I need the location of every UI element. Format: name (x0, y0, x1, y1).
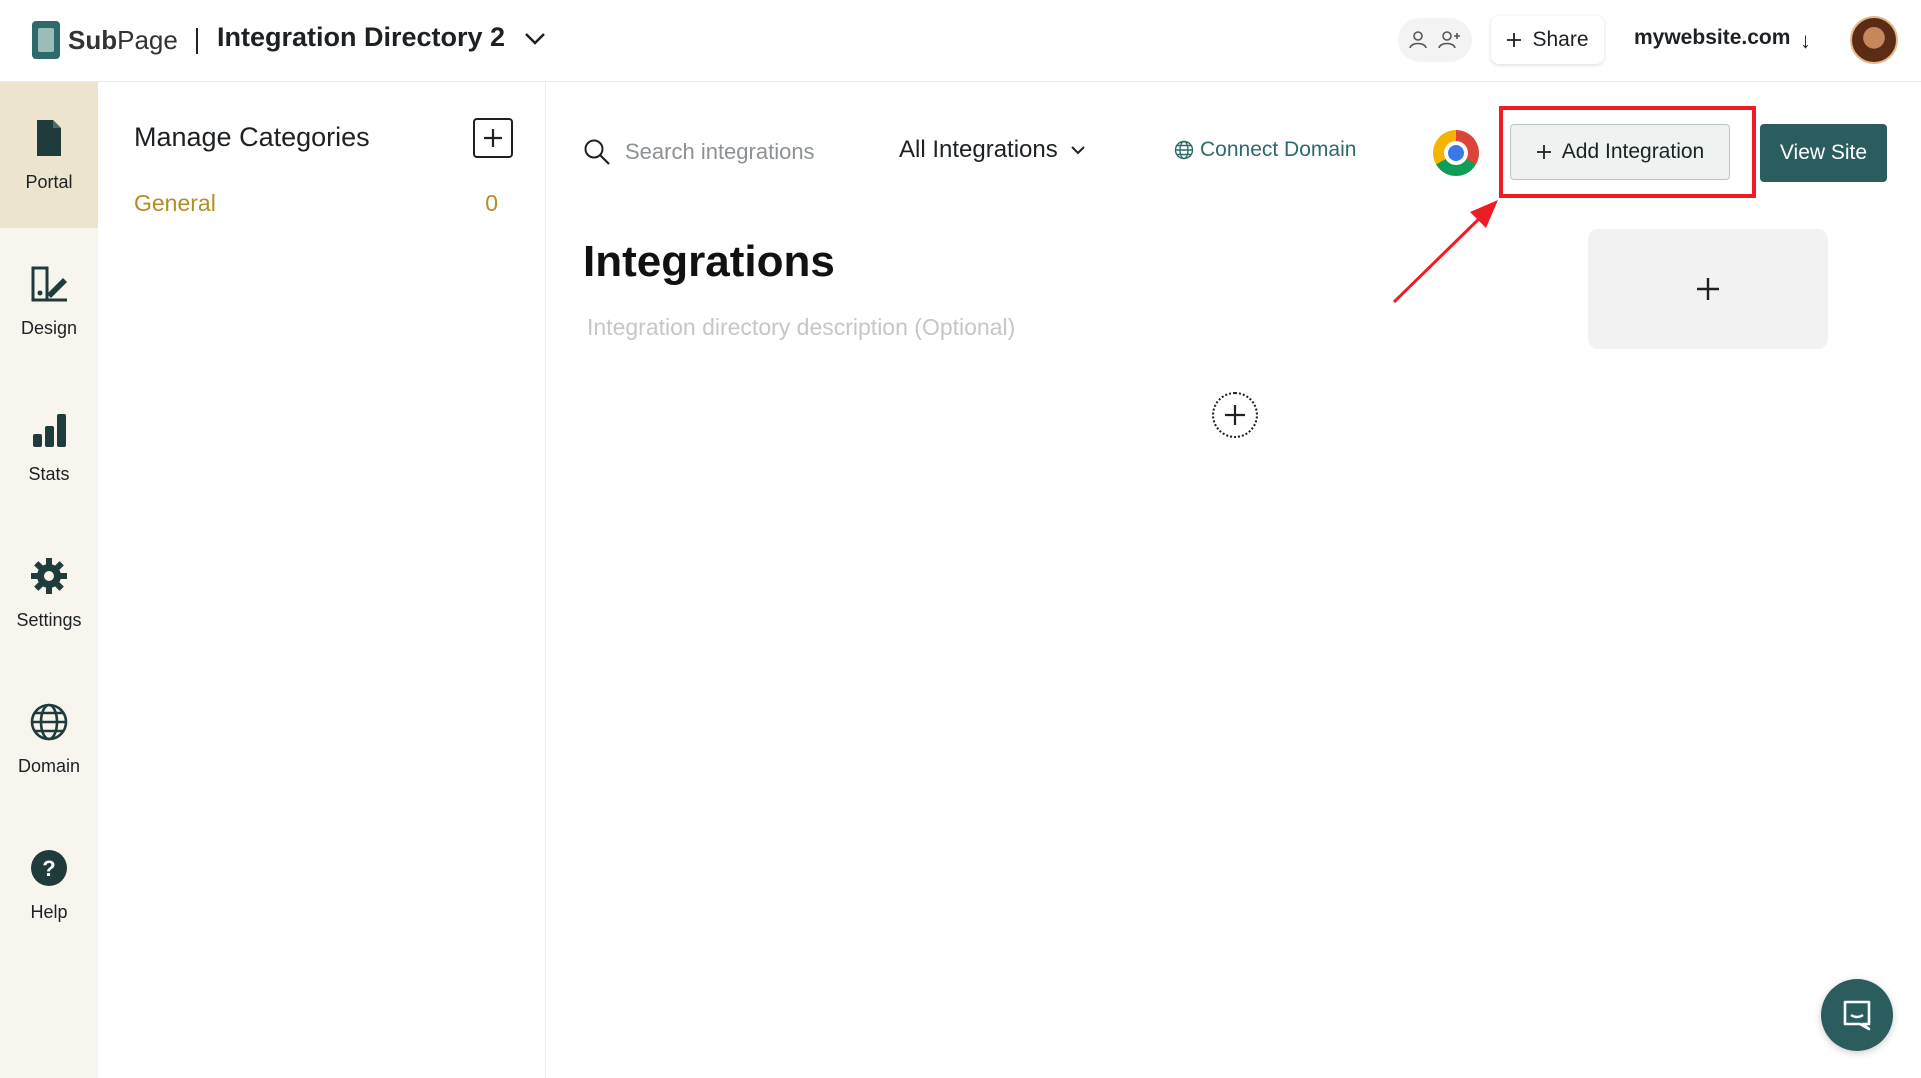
add-section-button[interactable] (1212, 392, 1258, 438)
plus-icon (484, 129, 502, 147)
category-count: 0 (485, 190, 498, 216)
plus-icon (1225, 405, 1245, 425)
directory-title[interactable]: Integration Directory 2 (217, 22, 505, 53)
connect-domain-label: Connect Domain (1200, 138, 1357, 161)
sidebar-item-label: Settings (16, 609, 82, 630)
sidebar-item-label: Domain (17, 755, 81, 776)
categories-title: Manage Categories (134, 122, 370, 152)
add-category-button[interactable] (473, 118, 513, 158)
help-icon: ? (31, 849, 67, 886)
plus-icon (1697, 278, 1719, 300)
design-icon (31, 266, 67, 301)
chevron-down-icon (1071, 146, 1085, 155)
main-content: All Integrations Connect Domain Add Inte… (547, 82, 1921, 1078)
brand-name: SubPage (68, 24, 178, 55)
categories-panel: Manage Categories General 0 (98, 82, 546, 1078)
globe-icon (30, 703, 68, 740)
filter-label: All Integrations (899, 136, 1058, 163)
sidebar-rail: Portal Design Stats Settings Domain ? He… (0, 82, 98, 1078)
annotation-highlight-box (1499, 106, 1756, 198)
sidebar-item-help[interactable]: ? Help (0, 812, 98, 958)
sidebar-item-label: Stats (28, 463, 70, 484)
brand-divider (196, 28, 198, 54)
sidebar-item-domain[interactable]: Domain (0, 666, 98, 812)
view-site-button[interactable]: View Site (1760, 124, 1887, 182)
gear-icon (31, 557, 67, 594)
svg-text:?: ? (42, 856, 55, 881)
plus-icon (1507, 33, 1522, 47)
add-user-icon (1438, 31, 1460, 49)
chrome-extension-icon[interactable] (1433, 130, 1479, 176)
document-icon (37, 119, 61, 156)
search-icon (584, 139, 610, 165)
sidebar-item-label: Design (20, 317, 78, 338)
annotation-arrow-icon (1392, 200, 1498, 304)
sidebar-item-label: Help (30, 901, 68, 922)
chevron-down-icon[interactable] (524, 32, 546, 46)
integration-filter-select[interactable]: All Integrations (899, 136, 1086, 164)
globe-icon (1174, 140, 1194, 160)
search-input[interactable] (625, 134, 845, 170)
top-bar: SubPage Integration Directory 2 Share my… (0, 0, 1921, 82)
collaborators-button[interactable] (1398, 18, 1472, 62)
sidebar-item-settings[interactable]: Settings (0, 520, 98, 666)
connect-domain-link[interactable]: Connect Domain (1174, 138, 1356, 162)
site-name[interactable]: mywebsite.com (1634, 26, 1790, 50)
chat-widget-button[interactable] (1821, 979, 1893, 1051)
category-label: General (134, 190, 216, 216)
sidebar-item-label: Portal (25, 171, 73, 192)
download-arrow-icon[interactable]: ↓ (1800, 28, 1811, 54)
logo-upload-slot[interactable] (1588, 229, 1828, 349)
avatar[interactable] (1850, 16, 1898, 64)
sidebar-item-design[interactable]: Design (0, 228, 98, 374)
share-button[interactable]: Share (1491, 16, 1604, 64)
share-label: Share (1532, 28, 1589, 51)
brand-logo[interactable]: SubPage (32, 20, 178, 60)
subpage-logo-icon (32, 21, 60, 59)
user-icon (1409, 31, 1427, 49)
sidebar-item-stats[interactable]: Stats (0, 374, 98, 520)
page-title[interactable]: Integrations (583, 237, 835, 287)
chat-icon (1843, 1000, 1871, 1031)
category-item[interactable]: General 0 (134, 190, 498, 217)
sidebar-item-portal[interactable]: Portal (0, 82, 98, 228)
bar-chart-icon (33, 413, 66, 447)
description-field[interactable]: Integration directory description (Optio… (587, 314, 1015, 341)
